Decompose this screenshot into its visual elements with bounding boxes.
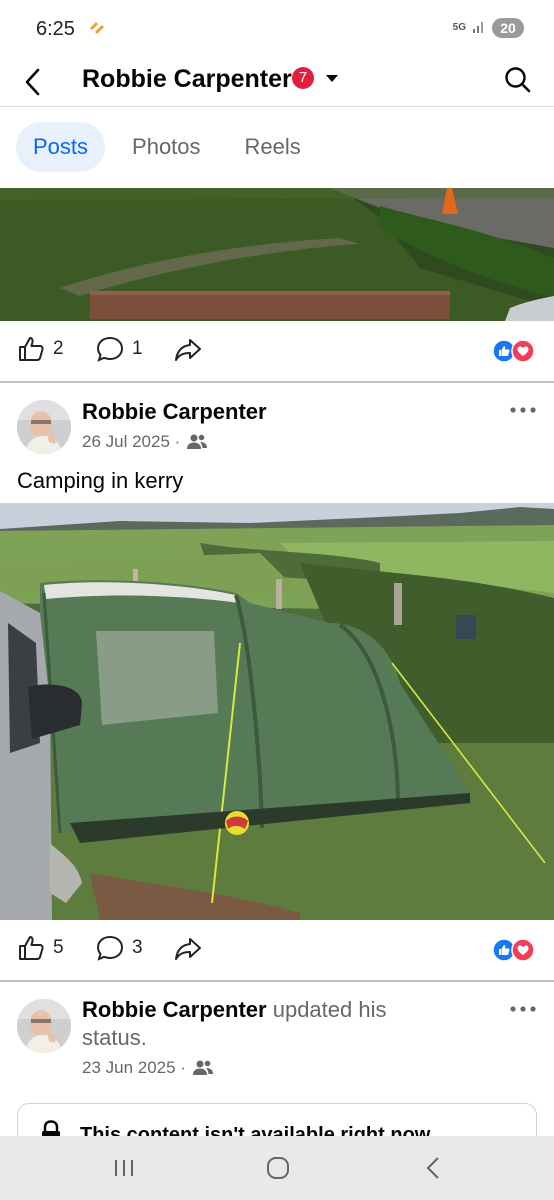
post-actions: 5 3 [0, 920, 554, 980]
back-nav-button[interactable] [418, 1152, 450, 1184]
status-update-text-2: status. [82, 1025, 147, 1050]
page-title[interactable]: Robbie Carpenter [82, 65, 292, 94]
search-icon [505, 67, 531, 93]
friends-audience-icon [187, 434, 208, 449]
header-divider [0, 106, 554, 107]
comment-icon [96, 935, 124, 961]
post-separator [0, 381, 554, 383]
like-count: 5 [53, 937, 64, 958]
tab-photos[interactable]: Photos [115, 122, 218, 172]
thumbs-up-icon [19, 936, 44, 960]
post-meta: 23 Jun 2025 · [82, 1058, 214, 1078]
status-update-text: updated his [272, 997, 387, 1022]
profile-header: Robbie Carpenter 7 [0, 58, 554, 106]
post-meta: 26 Jul 2025 · [82, 432, 208, 452]
chevron-down-icon[interactable] [324, 71, 340, 90]
post-author[interactable]: Robbie Carpenter [82, 399, 267, 425]
comment-button[interactable]: 3 [96, 934, 143, 962]
profile-tabs: Posts Photos Reels [16, 122, 328, 172]
share-icon [175, 339, 201, 361]
like-button[interactable]: 5 [17, 934, 64, 962]
notification-icon [88, 20, 106, 41]
back-nav-icon [426, 1157, 439, 1179]
avatar[interactable] [17, 400, 71, 454]
tab-reels[interactable]: Reels [228, 122, 318, 172]
friends-audience-icon [192, 1060, 213, 1075]
post-photo[interactable] [0, 188, 554, 321]
comment-count: 1 [132, 338, 143, 359]
status-bar: 6:25 5G 20 [0, 0, 554, 58]
back-button[interactable] [18, 64, 50, 100]
share-button[interactable] [174, 934, 202, 962]
post-date[interactable]: 23 Jun 2025 · [82, 1058, 186, 1078]
post-actions: 2 1 [0, 321, 554, 381]
reaction-icons[interactable] [492, 938, 536, 962]
like-button[interactable]: 2 [17, 335, 64, 363]
home-button[interactable] [262, 1152, 294, 1184]
post-text: Camping in kerry [17, 468, 184, 493]
status-time: 6:25 [36, 18, 75, 40]
back-arrow-icon [25, 68, 40, 96]
more-options-button[interactable] [508, 999, 538, 1019]
recent-apps-icon [115, 1160, 133, 1176]
more-options-button[interactable] [508, 400, 538, 420]
system-navigation-bar [0, 1136, 554, 1200]
share-icon [175, 938, 201, 960]
notification-badge[interactable]: 7 [292, 67, 314, 89]
battery-indicator: 20 [492, 18, 524, 38]
like-count: 2 [53, 338, 64, 359]
reaction-icons[interactable] [492, 339, 536, 363]
network-label: 5G [452, 22, 466, 33]
thumbs-up-icon [19, 337, 44, 361]
more-dots-icon [510, 1006, 536, 1012]
search-button[interactable] [502, 64, 534, 96]
recent-apps-button[interactable] [108, 1152, 140, 1184]
post-photo[interactable] [0, 503, 554, 920]
post-separator [0, 980, 554, 982]
status-indicators: 5G 20 [453, 18, 524, 38]
post-author[interactable]: Robbie Carpenter [82, 997, 267, 1022]
tab-posts[interactable]: Posts [16, 122, 106, 172]
post-date[interactable]: 26 Jul 2025 · [82, 432, 180, 452]
home-icon [267, 1157, 289, 1179]
comment-count: 3 [132, 937, 143, 958]
signal-icon [472, 19, 486, 38]
comment-icon [96, 336, 124, 362]
share-button[interactable] [174, 335, 202, 363]
avatar[interactable] [17, 999, 71, 1053]
comment-button[interactable]: 1 [96, 335, 143, 363]
post-author-line: Robbie Carpenter updated his status. [82, 996, 502, 1052]
more-dots-icon [510, 407, 536, 413]
